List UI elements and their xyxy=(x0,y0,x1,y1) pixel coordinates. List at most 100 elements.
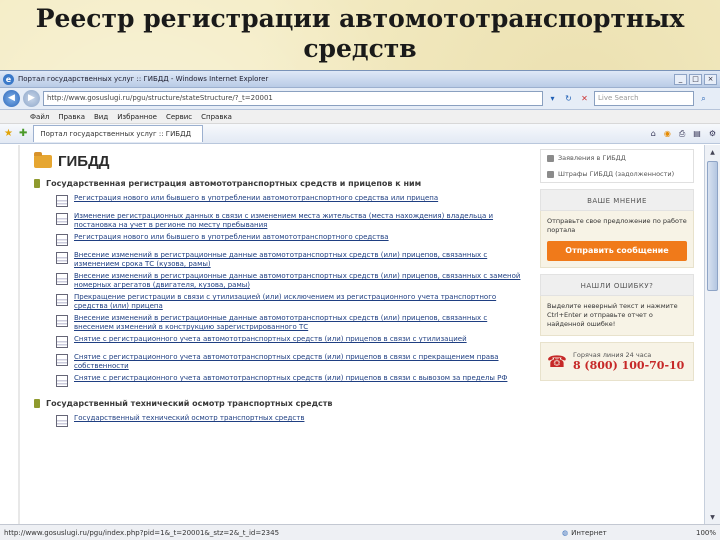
scrollbar-thumb[interactable] xyxy=(707,161,718,291)
sidebar-link-fines[interactable]: Штрафы ГИБДД (задолженности) xyxy=(541,166,693,182)
scroll-up-icon[interactable]: ▲ xyxy=(707,147,718,158)
list-item[interactable]: Государственный технический осмотр транс… xyxy=(56,414,524,429)
menu-edit[interactable]: Правка xyxy=(58,113,85,121)
service-link[interactable]: Снятие с регистрационного учета автомото… xyxy=(74,374,507,389)
sidebar-link-label[interactable]: Штрафы ГИБДД (задолженности) xyxy=(558,170,674,178)
error-header: НАШЛИ ОШИБКУ? xyxy=(540,274,694,296)
section-bullet-icon xyxy=(34,179,40,188)
browser-window: e Портал государственных услуг :: ГИБДД … xyxy=(0,70,720,540)
close-button[interactable]: × xyxy=(704,73,717,85)
service-link[interactable]: Снятие с регистрационного учета автомото… xyxy=(74,335,467,350)
section-title-text: Государственная регистрация автомототран… xyxy=(46,179,422,188)
list-item[interactable]: Снятие с регистрационного учета автомото… xyxy=(56,335,524,350)
section-title: Государственная регистрация автомототран… xyxy=(34,179,524,188)
list-item[interactable]: Прекращение регистрации в связи с утилиз… xyxy=(56,293,524,311)
refresh-icon[interactable]: ↻ xyxy=(562,92,575,105)
document-icon xyxy=(56,294,68,306)
phone-icon: ☎ xyxy=(547,352,567,371)
service-link[interactable]: Регистрация нового или бывшего в употреб… xyxy=(74,233,389,248)
security-zone: ◍ Интернет xyxy=(562,529,672,537)
menu-tools[interactable]: Сервис xyxy=(166,113,192,121)
opinion-header: ВАШЕ МНЕНИЕ xyxy=(540,189,694,211)
list-item[interactable]: Внесение изменений в регистрационные дан… xyxy=(56,272,524,290)
search-input[interactable]: Live Search xyxy=(594,91,694,106)
add-favorite-icon[interactable]: ✚ xyxy=(19,128,27,139)
document-icon xyxy=(56,354,68,366)
service-link[interactable]: Внесение изменений в регистрационные дан… xyxy=(74,314,524,332)
tools-icon[interactable]: ⚙ xyxy=(709,129,716,139)
list-item[interactable]: Регистрация нового или бывшего в употреб… xyxy=(56,194,524,209)
document-icon xyxy=(547,170,554,178)
document-icon xyxy=(56,336,68,348)
document-icon xyxy=(56,415,68,427)
page-icon[interactable]: ▤ xyxy=(693,129,701,139)
home-icon[interactable]: ⌂ xyxy=(651,129,656,139)
service-link[interactable]: Снятие с регистрационного учета автомото… xyxy=(74,353,524,371)
back-button[interactable]: ◀ xyxy=(3,90,20,107)
error-text: Выделите неверный текст и нажмите Ctrl+E… xyxy=(547,302,678,328)
service-link[interactable]: Изменение регистрационных данных в связи… xyxy=(74,212,524,230)
dropdown-icon[interactable]: ▾ xyxy=(546,92,559,105)
opinion-box: Отправьте свое предложение по работе пор… xyxy=(540,211,694,268)
command-bar: ⌂ ◉ ⎙ ▤ ⚙ xyxy=(651,129,716,139)
document-icon xyxy=(56,195,68,207)
list-item[interactable]: Внесение изменений в регистрационные дан… xyxy=(56,314,524,332)
menu-view[interactable]: Вид xyxy=(94,113,108,121)
page-header: ГИБДД xyxy=(34,149,524,173)
slide-title-line2: средств xyxy=(303,34,417,63)
menu-help[interactable]: Справка xyxy=(201,113,232,121)
list-item[interactable]: Регистрация нового или бывшего в употреб… xyxy=(56,233,524,248)
menu-file[interactable]: Файл xyxy=(30,113,49,121)
zoom-level[interactable]: 100% xyxy=(672,529,716,537)
feeds-icon[interactable]: ◉ xyxy=(664,129,671,139)
maximize-button[interactable]: □ xyxy=(689,73,702,85)
list-item[interactable]: Снятие с регистрационного учета автомото… xyxy=(56,353,524,371)
right-sidebar: Заявления в ГИБДД Штрафы ГИБДД (задолжен… xyxy=(540,149,694,381)
list-item[interactable]: Внесение изменений в регистрационные дан… xyxy=(56,251,524,269)
vertical-scrollbar[interactable]: ▲ ▼ xyxy=(704,145,720,525)
window-title: Портал государственных услуг :: ГИБДД - … xyxy=(18,75,269,83)
menu-bar: Файл Правка Вид Избранное Сервис Справка xyxy=(0,110,720,124)
service-link[interactable]: Государственный технический осмотр транс… xyxy=(74,414,304,429)
stop-icon[interactable]: ✕ xyxy=(578,92,591,105)
hotline-label: Горячая линия 24 часа xyxy=(572,351,652,359)
service-list: Регистрация нового или бывшего в употреб… xyxy=(56,194,524,389)
menu-favorites[interactable]: Избранное xyxy=(117,113,157,121)
favorites-star-icon[interactable]: ★ xyxy=(4,128,13,139)
service-link[interactable]: Внесение изменений в регистрационные дан… xyxy=(74,251,524,269)
status-url: http://www.gosuslugi.ru/pgu/index.php?pi… xyxy=(4,528,280,537)
quick-links: Заявления в ГИБДД Штрафы ГИБДД (задолжен… xyxy=(540,149,694,183)
service-link[interactable]: Внесение изменений в регистрационные дан… xyxy=(74,272,524,290)
address-input[interactable]: http://www.gosuslugi.ru/pgu/structure/st… xyxy=(43,91,543,106)
list-item[interactable]: Снятие с регистрационного учета автомото… xyxy=(56,374,524,389)
favorites-bar: ★ ✚ Портал государственных услуг :: ГИБД… xyxy=(0,124,720,144)
section-title-text: Государственный технический осмотр транс… xyxy=(46,399,333,408)
document-icon xyxy=(56,375,68,387)
scroll-down-icon[interactable]: ▼ xyxy=(707,512,718,523)
sidebar-link-label[interactable]: Заявления в ГИБДД xyxy=(558,154,626,162)
forward-button[interactable]: ▶ xyxy=(23,90,40,107)
document-icon xyxy=(56,234,68,246)
ie-icon: e xyxy=(3,73,14,85)
left-divider xyxy=(18,145,20,525)
print-icon[interactable]: ⎙ xyxy=(679,129,685,139)
document-icon xyxy=(56,315,68,327)
section-title: Государственный технический осмотр транс… xyxy=(34,399,524,408)
minimize-button[interactable]: _ xyxy=(674,73,687,85)
service-list: Государственный технический осмотр транс… xyxy=(56,414,524,429)
search-icon[interactable]: ⌕ xyxy=(697,92,710,105)
service-link[interactable]: Прекращение регистрации в связи с утилиз… xyxy=(74,293,524,311)
document-icon xyxy=(56,252,68,264)
document-icon xyxy=(547,154,554,162)
document-icon xyxy=(56,273,68,285)
slide-title: Реестр регистрации автомототранспортных … xyxy=(0,4,720,64)
sidebar-link-applications[interactable]: Заявления в ГИБДД xyxy=(541,150,693,166)
hotline-box: ☎ Горячая линия 24 часа 8 (800) 100-70-1… xyxy=(540,342,694,381)
send-message-button[interactable]: Отправить сообщение xyxy=(547,241,687,261)
status-bar: http://www.gosuslugi.ru/pgu/index.php?pi… xyxy=(0,524,720,540)
list-item[interactable]: Изменение регистрационных данных в связи… xyxy=(56,212,524,230)
service-link[interactable]: Регистрация нового или бывшего в употреб… xyxy=(74,194,438,209)
browser-tab[interactable]: Портал государственных услуг :: ГИБДД xyxy=(33,125,204,142)
globe-icon: ◍ xyxy=(562,528,569,537)
page-title: ГИБДД xyxy=(58,152,110,170)
